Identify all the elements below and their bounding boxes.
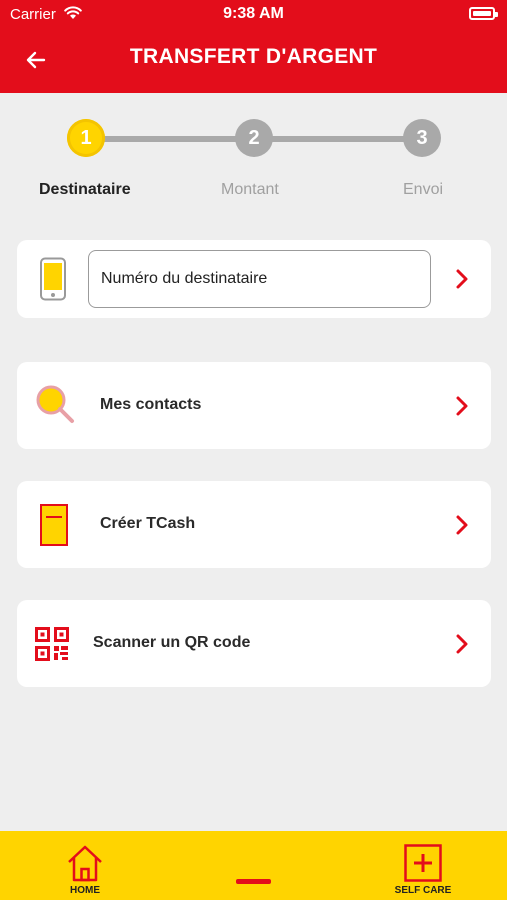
chevron-right-icon[interactable] — [455, 633, 469, 655]
scan-qr-code-label: Scanner un QR code — [93, 634, 251, 651]
qr-code-icon — [35, 627, 69, 661]
header: TRANSFERT D'ARGENT — [0, 28, 507, 93]
tcash-card-icon — [40, 504, 68, 546]
chevron-right-icon[interactable] — [455, 514, 469, 536]
battery-icon — [469, 7, 498, 20]
magnifier-icon — [36, 385, 74, 423]
my-contacts-label: Mes contacts — [100, 396, 202, 413]
create-tcash-button[interactable]: Créer TCash — [17, 481, 491, 568]
home-tab[interactable]: HOME — [45, 831, 125, 900]
step-1-indicator: 1 — [67, 119, 105, 157]
step-3-indicator: 3 — [403, 119, 441, 157]
chevron-right-icon[interactable] — [455, 395, 469, 417]
status-time: 9:38 AM — [223, 5, 284, 22]
self-care-tab[interactable]: SELF CARE — [383, 831, 463, 900]
create-tcash-label: Créer TCash — [100, 515, 196, 532]
recipient-number-card — [17, 240, 491, 318]
recipient-number-field[interactable] — [88, 250, 431, 308]
status-bar: Carrier 9:38 AM — [0, 0, 507, 28]
page-title: TRANSFERT D'ARGENT — [129, 45, 378, 68]
my-contacts-button[interactable]: Mes contacts — [17, 362, 491, 449]
scan-qr-code-button[interactable]: Scanner un QR code — [17, 600, 491, 687]
home-tab-label: HOME — [70, 885, 100, 896]
bottom-navigation: HOME SELF CARE — [0, 831, 507, 900]
step-2-label: Montant — [221, 181, 279, 198]
progress-stepper: 1 2 3 Destinataire Montant Envoi — [0, 93, 507, 218]
center-indicator — [236, 879, 271, 884]
self-care-icon — [404, 844, 442, 882]
top-bar: Carrier 9:38 AM TRANSFERT D'ARGENT — [0, 0, 507, 93]
self-care-tab-label: SELF CARE — [394, 885, 452, 896]
step-1-label: Destinataire — [39, 181, 131, 198]
step-3-label: Envoi — [403, 181, 444, 198]
phone-icon — [40, 257, 66, 301]
home-icon — [68, 845, 102, 882]
step-2-indicator: 2 — [235, 119, 273, 157]
recipient-number-input[interactable] — [89, 251, 430, 307]
chevron-right-icon[interactable] — [455, 268, 469, 290]
